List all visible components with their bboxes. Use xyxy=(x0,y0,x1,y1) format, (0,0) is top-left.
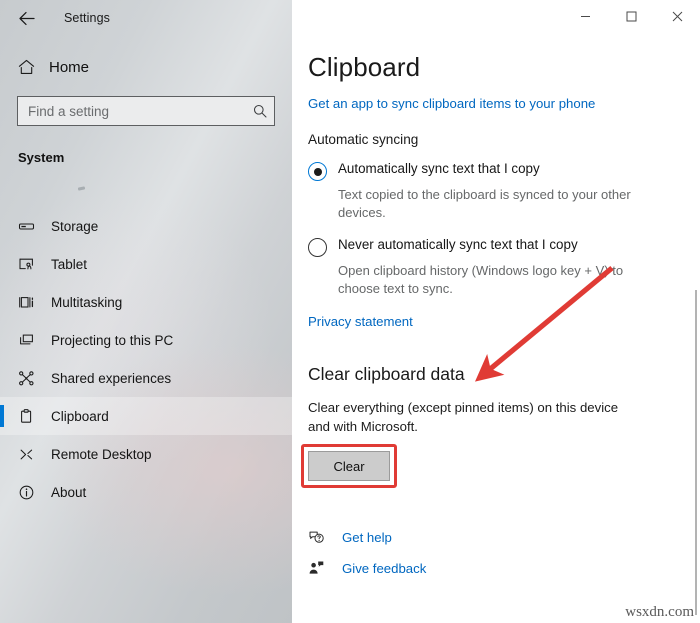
sidebar-item-shared-experiences[interactable]: Shared experiences xyxy=(0,359,292,397)
minimize-button[interactable] xyxy=(562,0,608,32)
sidebar-item-partial xyxy=(0,173,292,203)
info-icon xyxy=(18,484,44,501)
radio-option-never-sync[interactable]: Never automatically sync text that I cop… xyxy=(308,237,678,257)
help-bubble-icon xyxy=(308,529,334,545)
footer-links: Get help Give feedback xyxy=(308,524,678,581)
sidebar-item-label: Shared experiences xyxy=(51,370,172,386)
radio-option-auto-sync[interactable]: Automatically sync text that I copy xyxy=(308,161,678,181)
remote-desktop-icon xyxy=(18,446,44,463)
sidebar-item-label: Projecting to this PC xyxy=(51,332,174,348)
storage-icon xyxy=(18,218,44,235)
settings-window: Settings Home Find a setting System Stor… xyxy=(0,0,700,623)
clear-button-container: Clear xyxy=(301,444,397,489)
sidebar-item-home[interactable]: Home xyxy=(18,50,292,84)
sidebar-item-tablet[interactable]: Tablet xyxy=(0,245,292,283)
partial-item-mark xyxy=(77,186,86,191)
radio-button-unselected[interactable] xyxy=(308,237,327,257)
give-feedback-link[interactable]: Give feedback xyxy=(308,555,678,581)
projecting-icon xyxy=(18,332,44,349)
multitasking-icon xyxy=(18,294,44,311)
close-button[interactable] xyxy=(654,0,700,32)
tablet-icon xyxy=(18,256,44,273)
radio-description: Open clipboard history (Windows logo key… xyxy=(338,262,624,297)
clear-clipboard-description: Clear everything (except pinned items) o… xyxy=(308,399,619,434)
sync-app-link[interactable]: Get an app to sync clipboard items to yo… xyxy=(308,96,595,111)
sidebar-item-label: Tablet xyxy=(51,256,88,272)
main-content: Clipboard Get an app to sync clipboard i… xyxy=(292,0,700,623)
home-icon xyxy=(18,59,44,75)
watermark: wsxdn.com xyxy=(625,604,694,620)
sidebar-item-multitasking[interactable]: Multitasking xyxy=(0,283,292,321)
sidebar-item-about[interactable]: About xyxy=(0,473,292,511)
radio-button-selected[interactable] xyxy=(308,162,327,181)
clear-button[interactable]: Clear xyxy=(308,451,390,482)
vertical-scrollbar[interactable] xyxy=(695,290,697,615)
get-help-link[interactable]: Get help xyxy=(308,524,678,550)
sidebar-item-label: Clipboard xyxy=(51,408,109,424)
feedback-person-icon xyxy=(308,560,334,576)
sidebar-item-label: Storage xyxy=(51,218,99,234)
radio-label: Never automatically sync text that I cop… xyxy=(338,236,578,252)
sidebar-item-clipboard[interactable]: Clipboard xyxy=(0,397,292,435)
title-bar: Settings xyxy=(0,0,700,36)
sidebar-nav-list: Storage Tablet Multitasking Projecting t… xyxy=(0,207,292,511)
footer-link-label: Get help xyxy=(342,529,392,545)
radio-label: Automatically sync text that I copy xyxy=(338,161,540,176)
sidebar-group-title: System xyxy=(18,150,65,165)
maximize-button[interactable] xyxy=(608,0,654,32)
shared-experiences-icon xyxy=(18,370,44,387)
sidebar-item-remote-desktop[interactable]: Remote Desktop xyxy=(0,435,292,473)
search-input[interactable] xyxy=(18,103,246,119)
search-icon xyxy=(246,104,274,118)
footer-link-label: Give feedback xyxy=(342,560,427,576)
page-title: Clipboard xyxy=(308,52,421,82)
privacy-statement-link[interactable]: Privacy statement xyxy=(308,314,413,329)
sidebar-item-label: Remote Desktop xyxy=(51,446,152,462)
search-box[interactable] xyxy=(17,96,275,126)
radio-description: Text copied to the clipboard is synced t… xyxy=(338,187,631,221)
window-controls xyxy=(562,0,700,36)
sidebar: Home System xyxy=(0,0,292,623)
sidebar-item-label: About xyxy=(51,484,87,500)
selection-indicator xyxy=(0,405,4,427)
home-label: Home xyxy=(49,58,90,76)
window-title: Settings xyxy=(64,11,110,25)
sidebar-item-label: Multitasking xyxy=(51,294,123,310)
sidebar-item-storage[interactable]: Storage xyxy=(0,207,292,245)
clear-clipboard-heading: Clear clipboard data xyxy=(308,363,465,384)
automatic-syncing-heading: Automatic syncing xyxy=(308,132,419,147)
clipboard-icon xyxy=(18,408,44,425)
sidebar-item-projecting-to-this-pc[interactable]: Projecting to this PC xyxy=(0,321,292,359)
back-button[interactable] xyxy=(4,2,48,34)
